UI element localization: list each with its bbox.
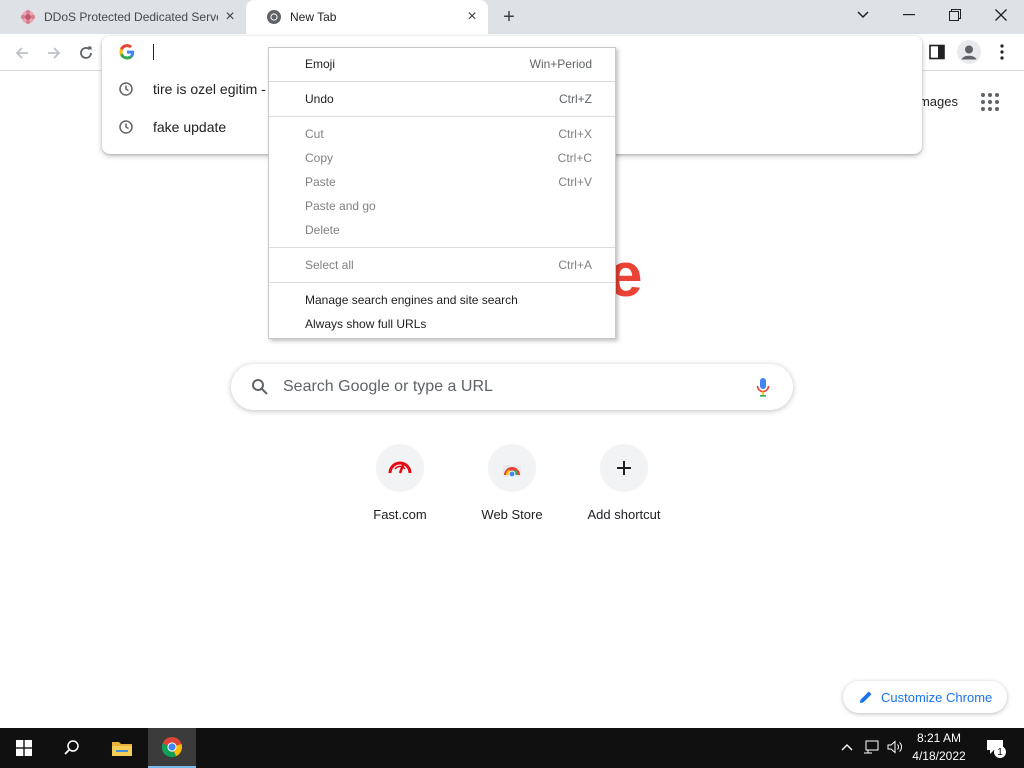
- menu-item-shortcut: Ctrl+V: [558, 175, 592, 189]
- shortcut-add[interactable]: Add shortcut: [568, 444, 680, 534]
- profile-avatar-icon[interactable]: [957, 40, 981, 64]
- menu-item-shortcut: Ctrl+X: [558, 127, 592, 141]
- menu-item-cut[interactable]: Cut Ctrl+X: [269, 122, 615, 146]
- shortcut-label: Add shortcut: [587, 507, 661, 522]
- close-window-icon[interactable]: [978, 0, 1024, 30]
- shortcut-fast-com[interactable]: Fast.com: [344, 444, 456, 534]
- forward-arrow-icon[interactable]: [41, 40, 67, 66]
- menu-item-label: Paste and go: [305, 199, 376, 213]
- menu-item-label: Paste: [305, 175, 336, 189]
- search-icon: [251, 378, 269, 396]
- windows-start-icon[interactable]: [0, 728, 48, 768]
- microphone-icon[interactable]: [755, 376, 771, 398]
- menu-item-always-show-full-urls[interactable]: Always show full URLs: [269, 312, 615, 336]
- google-g-icon: [119, 44, 135, 60]
- chrome-favicon-icon: [266, 9, 282, 25]
- kebab-menu-icon[interactable]: [994, 43, 1010, 61]
- shortcut-label: Web Store: [481, 507, 543, 522]
- menu-item-shortcut: Ctrl+A: [558, 258, 592, 272]
- suggestion-text: fake update: [153, 119, 227, 135]
- tab-title: DDoS Protected Dedicated Serve: [44, 10, 218, 24]
- suggestion-text: tire is ozel egitim -: [153, 81, 266, 97]
- customize-chrome-button[interactable]: Customize Chrome: [843, 681, 1007, 713]
- menu-separator: [269, 81, 615, 82]
- history-clock-icon: [118, 119, 134, 135]
- tab-ddos[interactable]: DDoS Protected Dedicated Serve ×: [0, 0, 246, 34]
- chrome-taskbar-icon[interactable]: [148, 728, 196, 768]
- menu-item-shortcut: Win+Period: [529, 57, 592, 71]
- shortcut-web-store[interactable]: Web Store: [456, 444, 568, 534]
- tab-new-tab[interactable]: New Tab ×: [246, 0, 488, 34]
- menu-item-undo[interactable]: Undo Ctrl+Z: [269, 87, 615, 111]
- flower-favicon-icon: [20, 9, 36, 25]
- menu-item-paste[interactable]: Paste Ctrl+V: [269, 170, 615, 194]
- reload-icon[interactable]: [73, 40, 99, 66]
- tab-strip: DDoS Protected Dedicated Serve × New Tab…: [0, 0, 1024, 34]
- menu-item-paste-and-go[interactable]: Paste and go: [269, 194, 615, 218]
- menu-item-label: Emoji: [305, 57, 336, 71]
- menu-separator: [269, 282, 615, 283]
- menu-item-shortcut: Ctrl+C: [557, 151, 592, 165]
- menu-separator: [269, 247, 615, 248]
- menu-item-label: Select all: [305, 258, 354, 272]
- menu-item-label: Cut: [305, 127, 324, 141]
- volume-icon[interactable]: [886, 738, 904, 756]
- shortcut-label: Fast.com: [373, 507, 427, 522]
- search-box[interactable]: Search Google or type a URL: [231, 364, 793, 410]
- chevron-up-icon[interactable]: [838, 738, 856, 756]
- close-tab-icon[interactable]: ×: [222, 9, 238, 25]
- menu-item-emoji[interactable]: Emoji Win+Period: [269, 52, 615, 76]
- taskbar: 8:21 AM 4/18/2022 1: [0, 728, 1024, 768]
- menu-item-label: Manage search engines and site search: [305, 293, 518, 307]
- network-icon[interactable]: [862, 738, 880, 756]
- taskbar-time[interactable]: 8:21 AM: [912, 731, 966, 745]
- menu-item-select-all[interactable]: Select all Ctrl+A: [269, 253, 615, 277]
- new-tab-plus-icon[interactable]: +: [499, 7, 519, 27]
- menu-item-label: Delete: [305, 223, 340, 237]
- menu-item-label: Copy: [305, 151, 334, 165]
- speedometer-icon: [376, 444, 424, 492]
- side-panel-icon[interactable]: [929, 44, 945, 60]
- menu-item-copy[interactable]: Copy Ctrl+C: [269, 146, 615, 170]
- history-clock-icon: [118, 81, 134, 97]
- menu-item-label: Undo: [305, 92, 334, 106]
- context-menu: Emoji Win+Period Undo Ctrl+Z Cut Ctrl+X …: [268, 47, 616, 339]
- menu-item-manage-search-engines[interactable]: Manage search engines and site search: [269, 288, 615, 312]
- menu-separator: [269, 116, 615, 117]
- tab-search-chevron-icon[interactable]: [840, 0, 886, 30]
- file-explorer-icon[interactable]: [98, 728, 146, 768]
- taskbar-date[interactable]: 4/18/2022: [908, 749, 970, 763]
- notification-count: 1: [994, 746, 1006, 758]
- menu-item-shortcut: Ctrl+Z: [559, 92, 592, 106]
- google-apps-grid-icon[interactable]: [980, 92, 1000, 112]
- restore-icon[interactable]: [932, 0, 978, 30]
- tab-title: New Tab: [290, 10, 337, 24]
- minimize-icon[interactable]: [886, 0, 932, 30]
- web-store-icon: [488, 444, 536, 492]
- pencil-icon: [859, 690, 873, 704]
- search-icon[interactable]: [48, 728, 96, 768]
- close-tab-icon[interactable]: ×: [464, 9, 480, 25]
- plus-icon: [600, 444, 648, 492]
- menu-item-delete[interactable]: Delete: [269, 218, 615, 242]
- back-arrow-icon[interactable]: [9, 40, 35, 66]
- customize-chrome-label: Customize Chrome: [881, 689, 993, 705]
- menu-item-label: Always show full URLs: [305, 317, 427, 331]
- search-placeholder[interactable]: Search Google or type a URL: [283, 378, 493, 396]
- omnibox-input[interactable]: [153, 44, 154, 60]
